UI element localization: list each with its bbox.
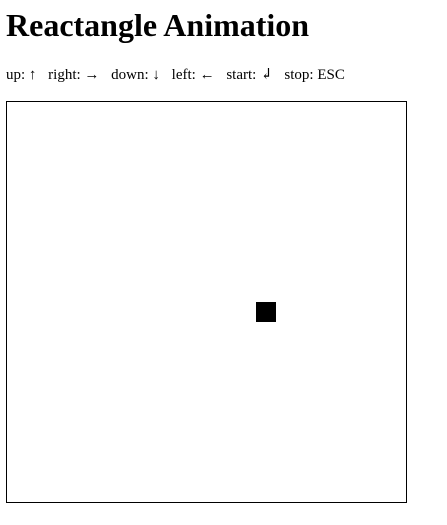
controls-legend: up: ↑ right: → down: ↓ left: ← start: ↲ … bbox=[6, 66, 345, 84]
page-title: Reactangle Animation bbox=[6, 7, 310, 43]
control-hint-down: down: ↓ bbox=[111, 67, 160, 83]
animated-rectangle bbox=[256, 302, 276, 322]
control-hint-right: right: → bbox=[48, 67, 100, 83]
animation-canvas[interactable] bbox=[6, 101, 407, 503]
control-hint-up: up: ↑ bbox=[6, 67, 37, 83]
control-hint-stop: stop: ESC bbox=[284, 67, 345, 83]
control-hint-left: left: ← bbox=[171, 67, 215, 83]
control-hint-start: start: ↲ bbox=[226, 67, 273, 83]
